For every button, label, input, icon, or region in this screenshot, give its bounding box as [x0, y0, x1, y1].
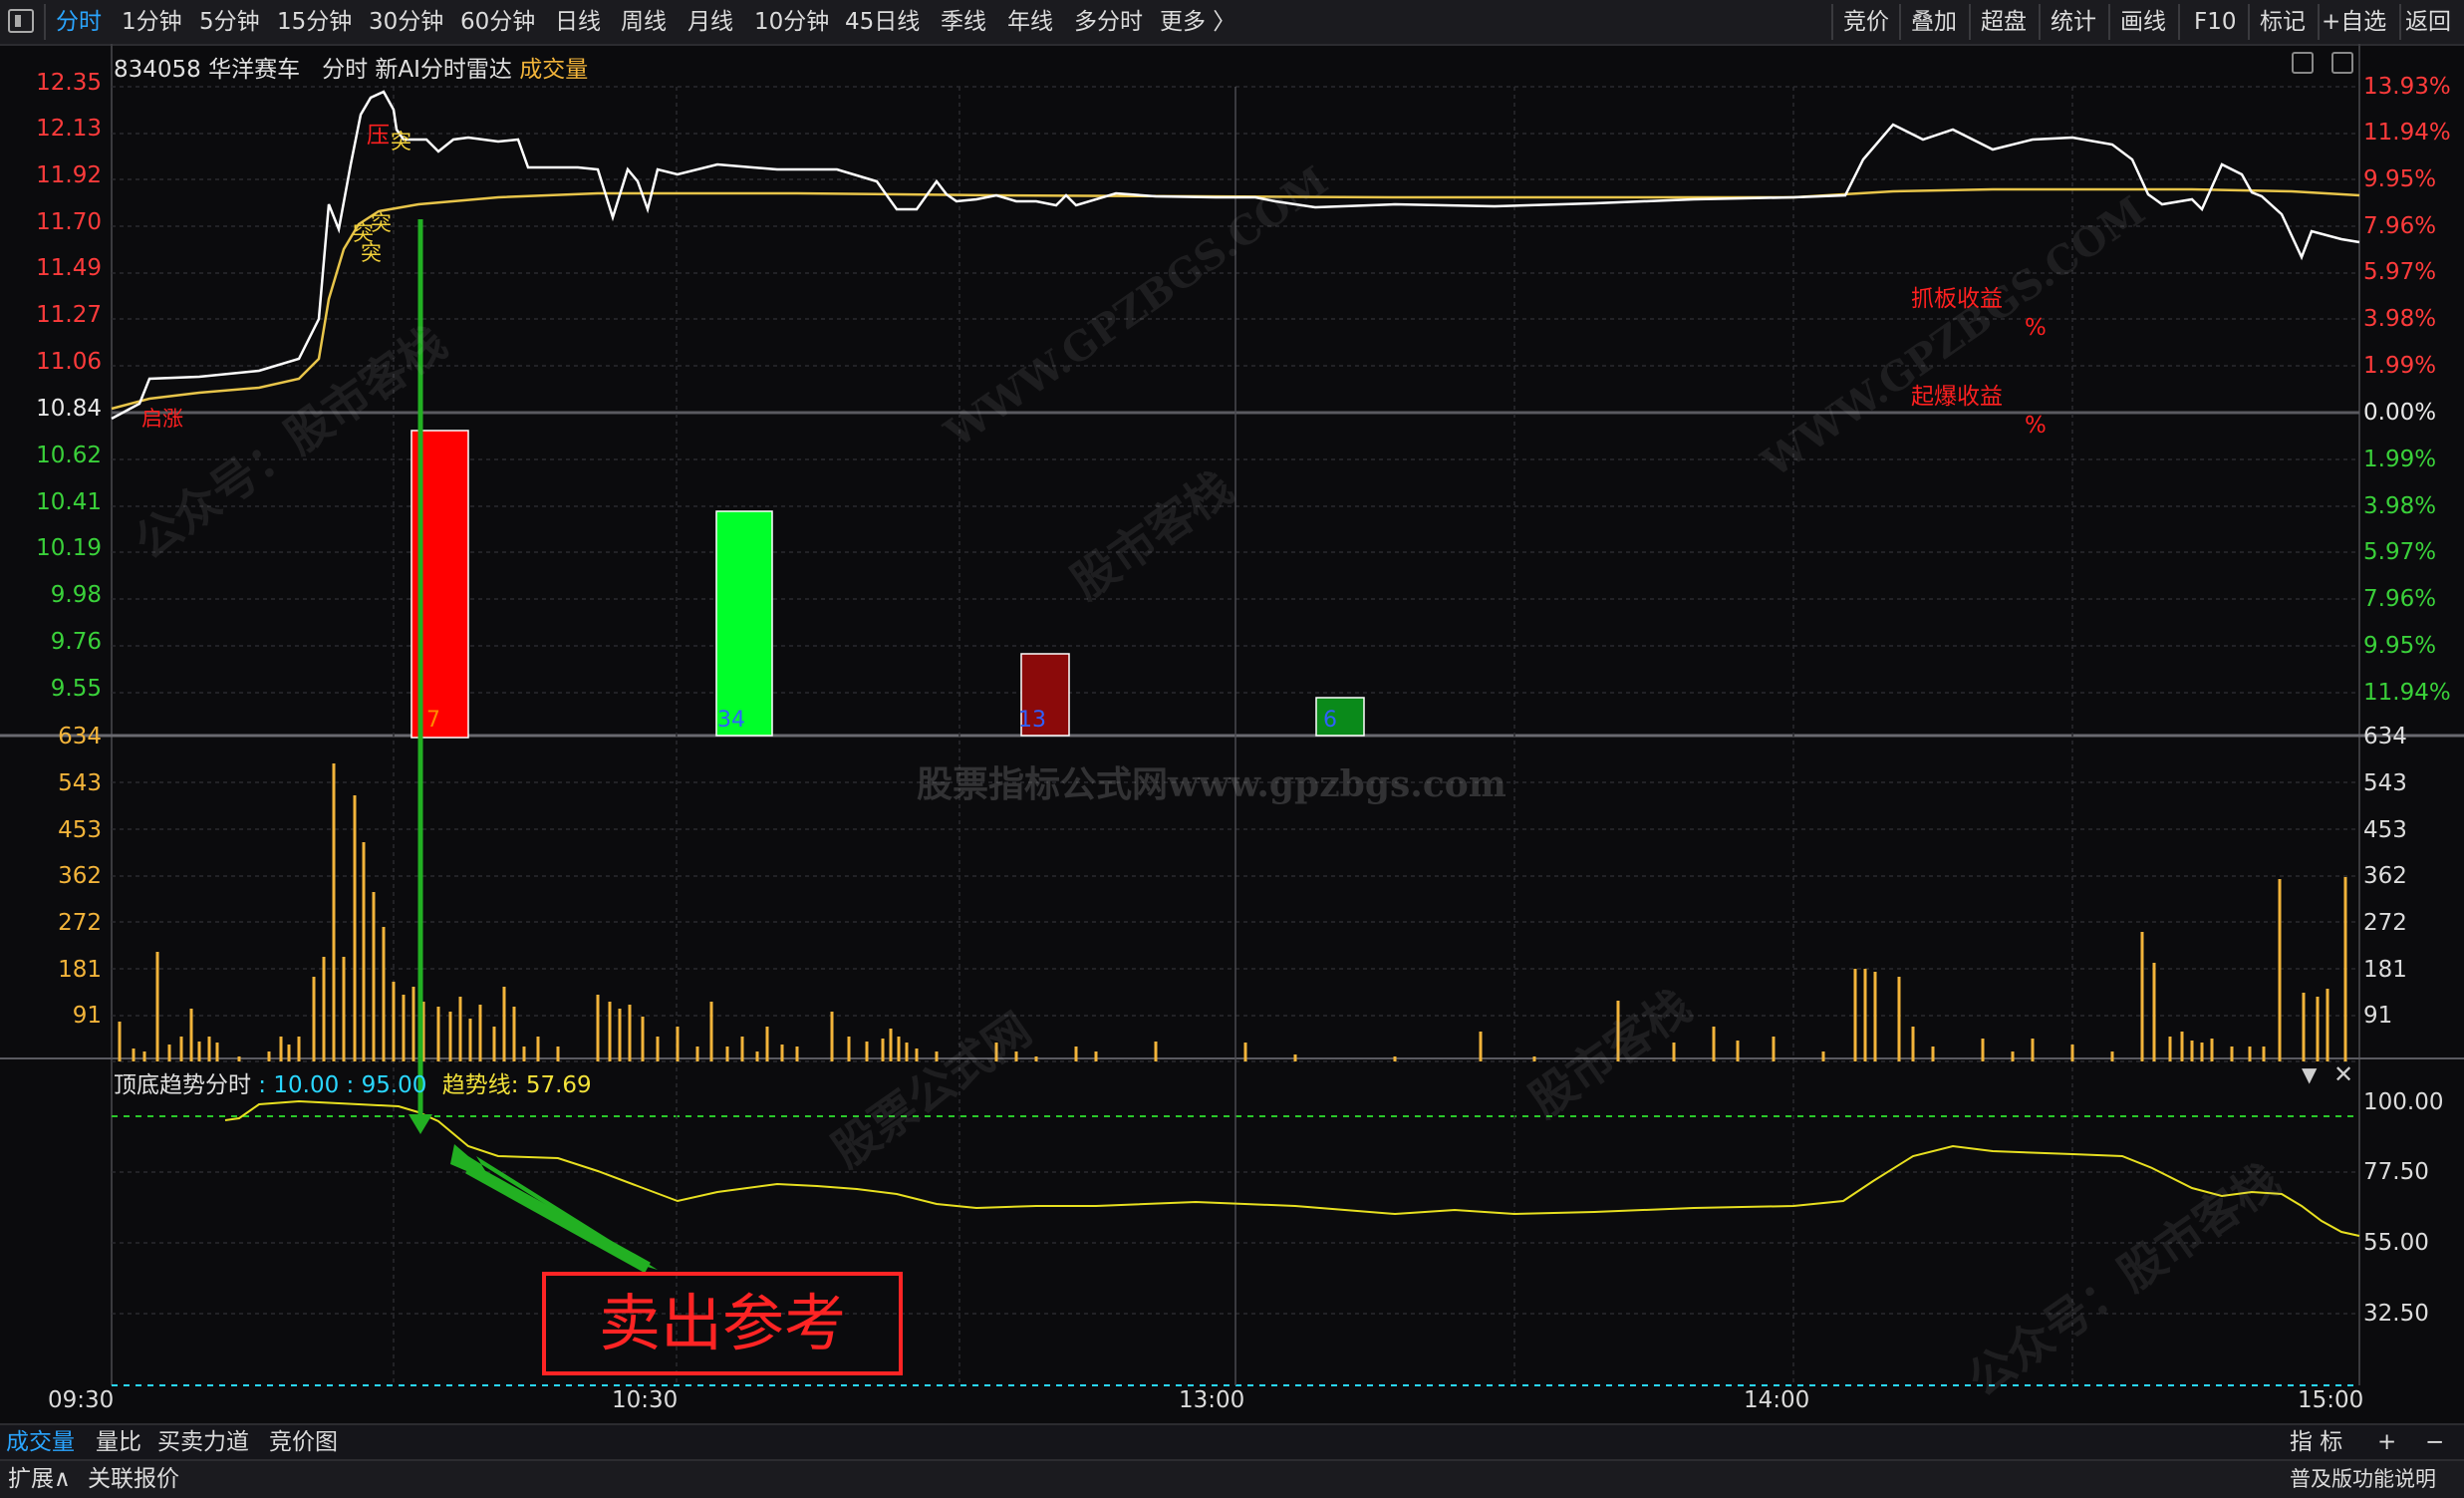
volume-axis-label: 543 — [2363, 770, 2407, 796]
indicator-panel-params: 10.00 : 95.00 — [273, 1072, 427, 1098]
indicator-trend-label: 趋势线 — [441, 1072, 511, 1098]
explode-return-unit: % — [2025, 413, 2047, 439]
related-quote-button[interactable]: 关联报价 — [88, 1462, 179, 1496]
breakout-marker: 突 — [371, 211, 392, 235]
add-indicator-button[interactable]: + — [2377, 1425, 2396, 1459]
tab-volume-ratio[interactable]: 量比 — [96, 1425, 141, 1459]
indicator-panel-name: 顶底趋势分时 — [114, 1072, 251, 1098]
indicator-axis-label: 55.00 — [2363, 1230, 2429, 1256]
expand-button[interactable]: 扩展∧ — [8, 1462, 71, 1496]
price-axis-label: 11.49 — [36, 255, 102, 281]
sell-arrow-head — [409, 1114, 432, 1134]
remove-indicator-button[interactable]: − — [2425, 1425, 2444, 1459]
volume-axis-label: 362 — [58, 863, 102, 889]
volume-axis-label: 91 — [72, 1003, 102, 1029]
percent-axis-label: 11.94% — [2363, 120, 2451, 146]
tab-buy-sell-power[interactable]: 买卖力道 — [157, 1425, 249, 1459]
volume-axis-label: 453 — [58, 817, 102, 843]
press-marker: 压 — [367, 123, 390, 149]
sell-arrow-diagonal-shaft — [465, 1162, 651, 1274]
indicator-axis-label: 100.00 — [2363, 1089, 2444, 1115]
indicator-tab-bar: 成交量 量比 买卖力道 竞价图 指 标 + − — [0, 1423, 2464, 1459]
indicator-trend-value: 57.69 — [525, 1072, 592, 1098]
indicator-close-icon[interactable]: ✕ — [2333, 1060, 2353, 1088]
percent-axis-label: 1.99% — [2363, 353, 2437, 379]
start-marker: 启涨 — [141, 407, 183, 431]
time-axis-label: 10:30 — [612, 1387, 679, 1413]
percent-axis-label: 5.97% — [2363, 539, 2437, 565]
sell-arrows — [409, 219, 658, 1274]
price-axis-label: 11.70 — [36, 209, 102, 235]
price-axis-label: 10.19 — [36, 535, 102, 561]
percent-axis-label: 9.95% — [2363, 633, 2437, 659]
volume-axis-label: 543 — [58, 770, 102, 796]
price-axis-label: 9.55 — [50, 676, 102, 702]
volume-axis-label: 272 — [2363, 910, 2407, 936]
indicator-axis-label: 32.50 — [2363, 1301, 2429, 1327]
percent-axis-label: 11.94% — [2363, 680, 2451, 706]
price-axis-label: 10.84 — [36, 396, 102, 422]
price-axis-label: 10.41 — [36, 489, 102, 515]
time-axis-label: 15:00 — [2298, 1387, 2364, 1413]
time-axis-label: 14:00 — [1744, 1387, 1810, 1413]
indicator-axis-label: 77.50 — [2363, 1159, 2429, 1185]
price-axis-label: 9.98 — [50, 582, 102, 608]
indicator-button[interactable]: 指 标 — [2290, 1425, 2342, 1459]
volume-axis-label: 362 — [2363, 863, 2407, 889]
grab-return-unit: % — [2025, 315, 2047, 341]
percent-axis-label: 7.96% — [2363, 586, 2437, 612]
volume-axis-label: 272 — [58, 910, 102, 936]
breakout-marker: 突 — [391, 130, 411, 153]
grab-return-label: 抓板收益 — [1911, 286, 2003, 312]
explode-return-label: 起爆收益 — [1911, 384, 2003, 410]
price-axis-label: 12.35 — [36, 70, 102, 96]
percent-axis-label: 5.97% — [2363, 259, 2437, 285]
price-axis-label: 11.06 — [36, 349, 102, 375]
volume-bars — [118, 763, 2347, 1061]
breakout-marker: 突 — [361, 241, 382, 265]
indicator-dropdown-icon[interactable]: ▼ — [2302, 1062, 2317, 1086]
percent-axis-label: 3.98% — [2363, 306, 2437, 332]
volume-axis-label: 91 — [2363, 1003, 2393, 1029]
percent-axis-label: 0.00% — [2363, 400, 2437, 426]
tab-bidding-chart[interactable]: 竞价图 — [269, 1425, 338, 1459]
percent-axis-label: 9.95% — [2363, 166, 2437, 192]
percent-axis-label: 13.93% — [2363, 74, 2451, 100]
indicator-panel-label: 顶底趋势分时 : 10.00 : 95.00 趋势线: 57.69 — [114, 1072, 592, 1098]
status-bar: 扩展∧ 关联报价 普及版功能说明 — [0, 1459, 2464, 1498]
volume-axis-label: 634 — [58, 724, 102, 749]
signal-bar-label: 13 — [1018, 708, 1046, 733]
price-axis-label: 9.76 — [50, 629, 102, 655]
tab-volume[interactable]: 成交量 — [6, 1425, 75, 1459]
percent-axis-label: 1.99% — [2363, 447, 2437, 472]
signal-bar-label: 7 — [426, 708, 440, 733]
signal-bar-label: 34 — [717, 708, 745, 733]
percent-axis-label: 7.96% — [2363, 213, 2437, 239]
signal-bar — [715, 510, 773, 737]
signal-bar-label: 6 — [1323, 708, 1337, 733]
price-axis-label: 12.13 — [36, 116, 102, 142]
time-axis-label: 09:30 — [48, 1387, 115, 1413]
price-axis-label: 11.92 — [36, 162, 102, 188]
percent-axis-label: 3.98% — [2363, 493, 2437, 519]
price-axis-label: 10.62 — [36, 443, 102, 468]
volume-axis-label: 634 — [2363, 724, 2407, 749]
time-axis-label: 13:00 — [1179, 1387, 1245, 1413]
volume-axis-label: 181 — [2363, 957, 2407, 983]
price-axis-label: 11.27 — [36, 302, 102, 328]
volume-axis-label: 181 — [58, 957, 102, 983]
sell-reference-box: 卖出参考 — [542, 1272, 903, 1375]
edition-info-link[interactable]: 普及版功能说明 — [2290, 1462, 2436, 1496]
watermark-center: 股票指标公式网www.gpzbgs.com — [917, 763, 1506, 805]
volume-axis-label: 453 — [2363, 817, 2407, 843]
